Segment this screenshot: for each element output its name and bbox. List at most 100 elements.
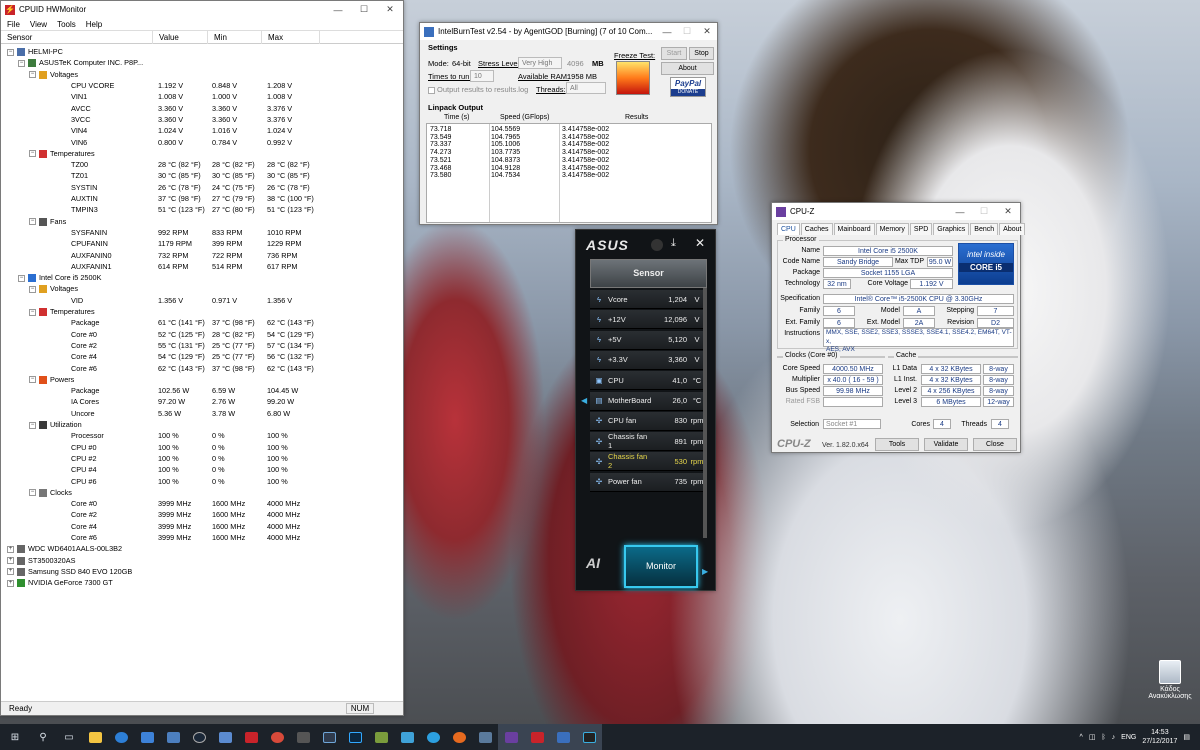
monitor-next-arrow-icon[interactable]: ▶ bbox=[702, 567, 708, 576]
expand-toggle-icon[interactable]: + bbox=[7, 579, 14, 587]
sensor-scrollbar[interactable] bbox=[703, 288, 707, 538]
cpuz-minimize-button[interactable]: — bbox=[948, 203, 972, 220]
table-row[interactable]: CPUFANIN 1179 RPM 399 RPM 1229 RPM bbox=[1, 238, 403, 249]
lightroom-icon[interactable] bbox=[316, 724, 342, 750]
expand-toggle-icon[interactable]: + bbox=[7, 568, 14, 576]
store-icon[interactable] bbox=[134, 724, 160, 750]
sensor-row[interactable]: ▣ CPU 41,0 °C bbox=[590, 371, 707, 391]
task-view-icon[interactable]: ▭ bbox=[56, 724, 82, 750]
table-row[interactable]: AUXFANIN0 732 RPM 722 RPM 736 RPM bbox=[1, 249, 403, 260]
collapse-toggle-icon[interactable]: − bbox=[29, 150, 36, 158]
sensor-row[interactable]: ϟ +3.3V 3,360 V bbox=[590, 350, 707, 370]
sensor-row[interactable]: ▤ MotherBoard 26,0 °C bbox=[590, 391, 707, 411]
collapse-toggle-icon[interactable]: − bbox=[29, 285, 36, 293]
table-row[interactable]: − HELMI-PC bbox=[1, 46, 403, 57]
column-sensor[interactable]: Sensor bbox=[1, 30, 153, 44]
collapse-toggle-icon[interactable]: − bbox=[29, 218, 36, 226]
table-row[interactable]: TMPIN3 51 °C (123 °F) 27 °C (80 °F) 51 °C (… bbox=[1, 204, 403, 215]
app-icon-7[interactable] bbox=[394, 724, 420, 750]
table-row[interactable]: − Voltages bbox=[1, 69, 403, 80]
tray-network-icon[interactable]: ◫ bbox=[1089, 733, 1096, 741]
table-row[interactable]: CPU VCORE 1.192 V 0.848 V 1.208 V bbox=[1, 80, 403, 91]
table-row[interactable]: AUXFANIN1 614 RPM 514 RPM 617 RPM bbox=[1, 261, 403, 272]
start-button[interactable]: ⊞ bbox=[0, 724, 30, 750]
sensor-row[interactable]: ϟ +12V 12,096 V bbox=[590, 310, 707, 330]
column-value[interactable]: Value bbox=[153, 30, 208, 44]
collapse-toggle-icon[interactable]: − bbox=[18, 274, 25, 282]
tab-caches[interactable]: Caches bbox=[800, 223, 833, 235]
table-row[interactable]: Processor 100 % 0 % 100 % bbox=[1, 430, 403, 441]
intelburntest-window[interactable]: IntelBurnTest v2.54 - by AgentGOD [Burni… bbox=[419, 22, 718, 225]
app-icon-8[interactable] bbox=[420, 724, 446, 750]
cpuz-close-button[interactable]: ✕ bbox=[996, 203, 1020, 220]
table-row[interactable]: − Voltages bbox=[1, 283, 403, 294]
about-button[interactable]: About bbox=[661, 62, 714, 75]
menu-tools[interactable]: Tools bbox=[57, 20, 76, 29]
app-icon-3[interactable] bbox=[238, 724, 264, 750]
table-row[interactable]: CPU #2 100 % 0 % 100 % bbox=[1, 453, 403, 464]
output-results-checkbox[interactable]: Output results to results.log bbox=[428, 85, 528, 94]
minimize-button[interactable]: — bbox=[325, 1, 351, 18]
menu-file[interactable]: File bbox=[7, 20, 20, 29]
table-row[interactable]: VIN4 1.024 V 1.016 V 1.024 V bbox=[1, 125, 403, 136]
cpuz-window[interactable]: CPU-Z — ☐ ✕ CPU Caches Mainboard Memory … bbox=[771, 202, 1026, 453]
monitor-button[interactable]: Monitor bbox=[624, 545, 698, 588]
hwmonitor-titlebar[interactable]: ⚡ CPUID HWMonitor — ☐ ✕ bbox=[1, 1, 403, 18]
sensor-row[interactable]: ϟ Vcore 1,204 V bbox=[590, 290, 707, 309]
tray-chevron-icon[interactable]: ^ bbox=[1080, 734, 1083, 741]
ai-suite-taskbar-icon[interactable] bbox=[576, 724, 602, 750]
table-row[interactable]: Uncore 5.36 W 3.78 W 6.80 W bbox=[1, 408, 403, 419]
table-row[interactable]: SYSFANIN 992 RPM 833 RPM 1010 RPM bbox=[1, 227, 403, 238]
table-row[interactable]: CPU #0 100 % 0 % 100 % bbox=[1, 442, 403, 453]
tab-bench[interactable]: Bench bbox=[970, 223, 999, 235]
collapse-toggle-icon[interactable]: − bbox=[29, 489, 36, 497]
column-min[interactable]: Min bbox=[208, 30, 262, 44]
collapse-toggle-icon[interactable]: − bbox=[29, 421, 36, 429]
asus-resize-icon[interactable] bbox=[651, 239, 663, 251]
table-row[interactable]: Package 102.56 W 6.59 W 104.45 W bbox=[1, 385, 403, 396]
close-button[interactable]: ✕ bbox=[377, 1, 403, 18]
tray-volume-icon[interactable]: ♪ bbox=[1112, 734, 1116, 741]
table-row[interactable]: Core #6 62 °C (143 °F) 37 °C (98 °F) 62 °C … bbox=[1, 362, 403, 373]
table-row[interactable]: + ST3500320AS bbox=[1, 555, 403, 566]
table-row[interactable]: − Temperatures bbox=[1, 148, 403, 159]
table-row[interactable]: SYSTIN 26 °C (78 °F) 24 °C (75 °F) 26 °C (7… bbox=[1, 182, 403, 193]
stress-level-select[interactable]: Very High bbox=[518, 57, 562, 69]
table-row[interactable]: + NVIDIA GeForce 7300 GT bbox=[1, 577, 403, 588]
collapse-toggle-icon[interactable]: − bbox=[7, 48, 14, 56]
cpuz-titlebar[interactable]: CPU-Z — ☐ ✕ bbox=[772, 203, 1020, 220]
asus-close-icon[interactable]: ✕ bbox=[695, 236, 705, 250]
sensor-row[interactable]: ϟ +5V 5,120 V bbox=[590, 330, 707, 350]
table-row[interactable]: VIN6 0.800 V 0.784 V 0.992 V bbox=[1, 136, 403, 147]
table-row[interactable]: Core #0 3999 MHz 1600 MHz 4000 MHz bbox=[1, 498, 403, 509]
times-to-run-input[interactable]: 10 bbox=[470, 70, 494, 82]
firefox-icon[interactable] bbox=[446, 724, 472, 750]
ibt-close-button[interactable]: ✕ bbox=[697, 23, 717, 40]
tab-spd[interactable]: SPD bbox=[909, 223, 933, 235]
table-row[interactable]: − ASUSTeK Computer INC. P8P... bbox=[1, 57, 403, 68]
threads-select[interactable]: All bbox=[566, 82, 606, 94]
steam-icon[interactable] bbox=[186, 724, 212, 750]
tab-mainboard[interactable]: Mainboard bbox=[833, 223, 875, 235]
table-row[interactable]: VIN1 1.008 V 1.000 V 1.008 V bbox=[1, 91, 403, 102]
ibt-maximize-button[interactable]: ☐ bbox=[677, 23, 697, 40]
ibt-minimize-button[interactable]: — bbox=[657, 23, 677, 40]
table-row[interactable]: IA Cores 97.20 W 2.76 W 99.20 W bbox=[1, 396, 403, 407]
table-row[interactable]: TZ01 30 °C (85 °F) 30 °C (85 °F) 30 °C (85 … bbox=[1, 170, 403, 181]
table-row[interactable]: − Utilization bbox=[1, 419, 403, 430]
menu-help[interactable]: Help bbox=[86, 20, 102, 29]
app-icon-4[interactable] bbox=[264, 724, 290, 750]
table-row[interactable]: + WDC WD6401AALS-00L3B2 bbox=[1, 543, 403, 554]
table-row[interactable]: 3VCC 3.360 V 3.360 V 3.376 V bbox=[1, 114, 403, 125]
expand-toggle-icon[interactable]: + bbox=[7, 545, 14, 553]
table-row[interactable]: Core #0 52 °C (125 °F) 28 °C (82 °F) 54 °C … bbox=[1, 329, 403, 340]
tray-bluetooth-icon[interactable]: ᛒ bbox=[1101, 734, 1105, 741]
column-max[interactable]: Max bbox=[262, 30, 320, 44]
table-row[interactable]: TZ00 28 °C (82 °F) 28 °C (82 °F) 28 °C (82 … bbox=[1, 159, 403, 170]
table-row[interactable]: CPU #4 100 % 0 % 100 % bbox=[1, 464, 403, 475]
photoshop-icon[interactable] bbox=[342, 724, 368, 750]
app-icon-9[interactable] bbox=[472, 724, 498, 750]
table-row[interactable]: Core #6 3999 MHz 1600 MHz 4000 MHz bbox=[1, 532, 403, 543]
cpuz-taskbar-icon[interactable] bbox=[498, 724, 524, 750]
ibt-titlebar[interactable]: IntelBurnTest v2.54 - by AgentGOD [Burni… bbox=[420, 23, 717, 40]
